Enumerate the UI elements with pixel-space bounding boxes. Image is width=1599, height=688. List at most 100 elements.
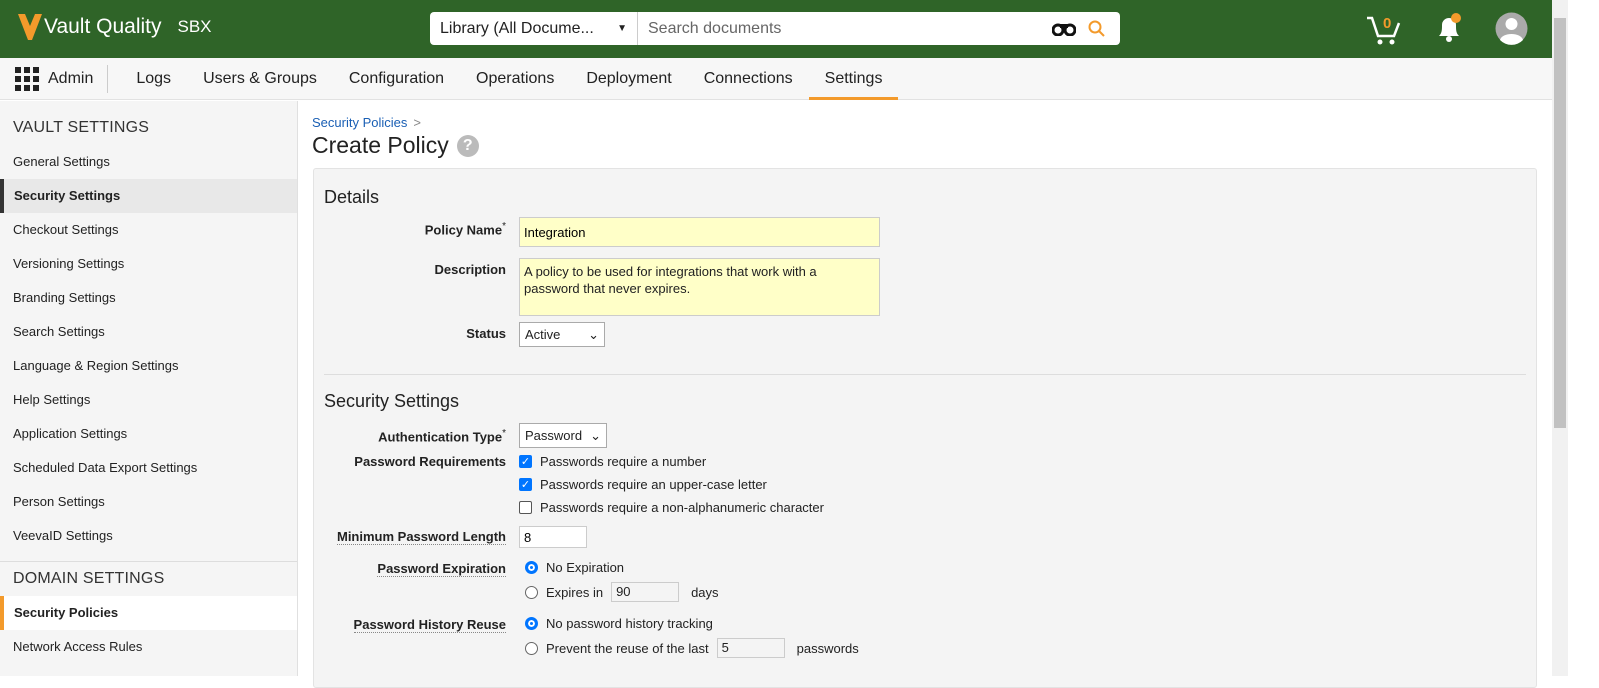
library-select-value: Library (All Docume... (440, 19, 594, 37)
page-title: Create Policy (312, 132, 449, 158)
breadcrumb: Security Policies > (312, 115, 421, 130)
sidebar-item-veevaid[interactable]: VeevaID Settings (0, 519, 297, 553)
description-label: Description (434, 262, 506, 277)
app-menu-button[interactable]: Admin (0, 64, 109, 93)
history-reuse-label: Password History Reuse (353, 617, 506, 633)
page-scrollbar[interactable] (1552, 0, 1568, 676)
description-textarea[interactable]: A policy to be used for integrations tha… (519, 258, 880, 316)
sidebar-item-security-policies[interactable]: Security Policies (0, 596, 297, 630)
no-expiration-label: No Expiration (546, 560, 625, 575)
bell-icon (1439, 13, 1461, 42)
checkbox-checked-icon: ✓ (519, 455, 532, 468)
sidebar-item-branding[interactable]: Branding Settings (0, 281, 297, 315)
sidebar-item-person[interactable]: Person Settings (0, 485, 297, 519)
tab-deployment[interactable]: Deployment (570, 58, 687, 100)
tab-connections[interactable]: Connections (688, 58, 809, 100)
req-nonalnum-checkbox[interactable]: Passwords require a non-alphanumeric cha… (519, 500, 824, 515)
radio-unselected-icon (525, 641, 538, 655)
chevron-down-icon: ⌄ (590, 427, 601, 443)
chevron-down-icon: ⌄ (588, 326, 599, 342)
radio-selected-icon (525, 617, 538, 630)
app-name: Vault Quality (44, 15, 162, 38)
sidebar-item-versioning[interactable]: Versioning Settings (0, 247, 297, 281)
user-avatar[interactable] (1495, 12, 1528, 48)
search-bar: Library (All Docume... ▼ (430, 12, 1120, 45)
prevent-reuse-label: Prevent the reuse of the last (546, 640, 709, 656)
status-select[interactable]: Active ⌄ (519, 322, 605, 347)
sidebar-item-help[interactable]: Help Settings (0, 383, 297, 417)
sidebar-item-general[interactable]: General Settings (0, 145, 297, 179)
days-label: days (691, 584, 719, 600)
expires-in-label: Expires in (546, 584, 604, 600)
no-history-radio[interactable]: No password history tracking (519, 616, 713, 631)
expires-in-radio[interactable]: Expires in 90 days (519, 582, 719, 602)
caret-down-icon: ▼ (617, 23, 627, 34)
req-number-label: Passwords require a number (540, 454, 707, 469)
tab-users-groups[interactable]: Users & Groups (187, 58, 333, 100)
expiration-days-input[interactable]: 90 (611, 582, 680, 602)
vault-logo-icon (18, 14, 42, 40)
req-nonalnum-label: Passwords require a non-alphanumeric cha… (540, 500, 824, 515)
policy-form: Details Policy Name* Description A polic… (313, 168, 1537, 688)
details-heading: Details (324, 187, 380, 207)
section-divider (324, 374, 1526, 375)
sidebar-item-network-access[interactable]: Network Access Rules (0, 630, 297, 664)
breadcrumb-security-policies[interactable]: Security Policies (312, 115, 407, 130)
checkbox-unchecked-icon (519, 501, 532, 514)
binoculars-icon[interactable] (1052, 22, 1076, 36)
domain-settings-heading: DOMAIN SETTINGS (13, 570, 165, 587)
main-content: Security Policies > Create Policy? Detail… (298, 101, 1552, 688)
policy-name-label: Policy Name* (424, 221, 506, 238)
sidebar-item-search[interactable]: Search Settings (0, 315, 297, 349)
auth-type-label: Authentication Type* (378, 428, 506, 445)
main-nav: Admin Logs Users & Groups Configuration … (0, 58, 1552, 100)
checkbox-checked-icon: ✓ (519, 478, 532, 491)
status-label: Status (466, 326, 506, 341)
policy-name-input[interactable] (519, 217, 880, 247)
auth-type-value: Password (525, 428, 583, 443)
tab-configuration[interactable]: Configuration (333, 58, 460, 100)
environment-label: SBX (177, 17, 212, 36)
sidebar-item-security[interactable]: Security Settings (0, 179, 297, 213)
tab-logs[interactable]: Logs (120, 58, 187, 100)
no-expiration-radio[interactable]: No Expiration (519, 560, 624, 575)
cart-count: 0 (1383, 15, 1392, 32)
auth-type-select[interactable]: Password ⌄ (519, 423, 607, 448)
req-uppercase-label: Passwords require an upper-case letter (540, 477, 767, 492)
security-settings-heading: Security Settings (324, 391, 460, 411)
min-length-label: Minimum Password Length (336, 529, 506, 545)
expiration-label: Password Expiration (377, 561, 506, 577)
app-logo[interactable]: Vault Quality SBX (18, 14, 212, 40)
search-icon[interactable] (1088, 20, 1106, 38)
top-header: Vault Quality SBX Library (All Docume...… (0, 0, 1552, 58)
req-number-checkbox[interactable]: ✓ Passwords require a number (519, 454, 706, 469)
sidebar-item-data-export[interactable]: Scheduled Data Export Settings (0, 451, 297, 485)
passwords-label: passwords (796, 640, 859, 656)
scrollbar-thumb[interactable] (1554, 18, 1566, 428)
password-requirements-label: Password Requirements (354, 454, 506, 469)
library-select[interactable]: Library (All Docume... ▼ (430, 12, 638, 45)
notifications-button[interactable] (1436, 13, 1462, 46)
status-value: Active (525, 327, 561, 342)
page-title-row: Create Policy? (312, 132, 479, 159)
settings-sidebar: VAULT SETTINGS General Settings Security… (0, 101, 298, 676)
no-history-label: No password history tracking (546, 616, 713, 631)
min-length-input[interactable] (519, 526, 587, 548)
sidebar-item-language-region[interactable]: Language & Region Settings (0, 349, 297, 383)
vault-settings-heading: VAULT SETTINGS (13, 119, 150, 136)
req-uppercase-checkbox[interactable]: ✓ Passwords require an upper-case letter (519, 477, 767, 492)
cart-button[interactable]: 0 (1366, 12, 1402, 49)
search-input[interactable] (638, 12, 1052, 45)
prevent-reuse-radio[interactable]: Prevent the reuse of the last 5 passwords (519, 638, 859, 658)
grid-icon (15, 66, 39, 91)
admin-label: Admin (48, 69, 94, 87)
sidebar-item-application[interactable]: Application Settings (0, 417, 297, 451)
tab-settings[interactable]: Settings (808, 58, 899, 100)
breadcrumb-separator: > (413, 115, 421, 130)
avatar-icon (1495, 12, 1528, 45)
help-icon[interactable]: ? (456, 134, 479, 157)
sidebar-item-checkout[interactable]: Checkout Settings (0, 213, 297, 247)
tab-operations[interactable]: Operations (460, 58, 570, 100)
radio-unselected-icon (525, 585, 538, 599)
history-count-input[interactable]: 5 (716, 638, 785, 658)
